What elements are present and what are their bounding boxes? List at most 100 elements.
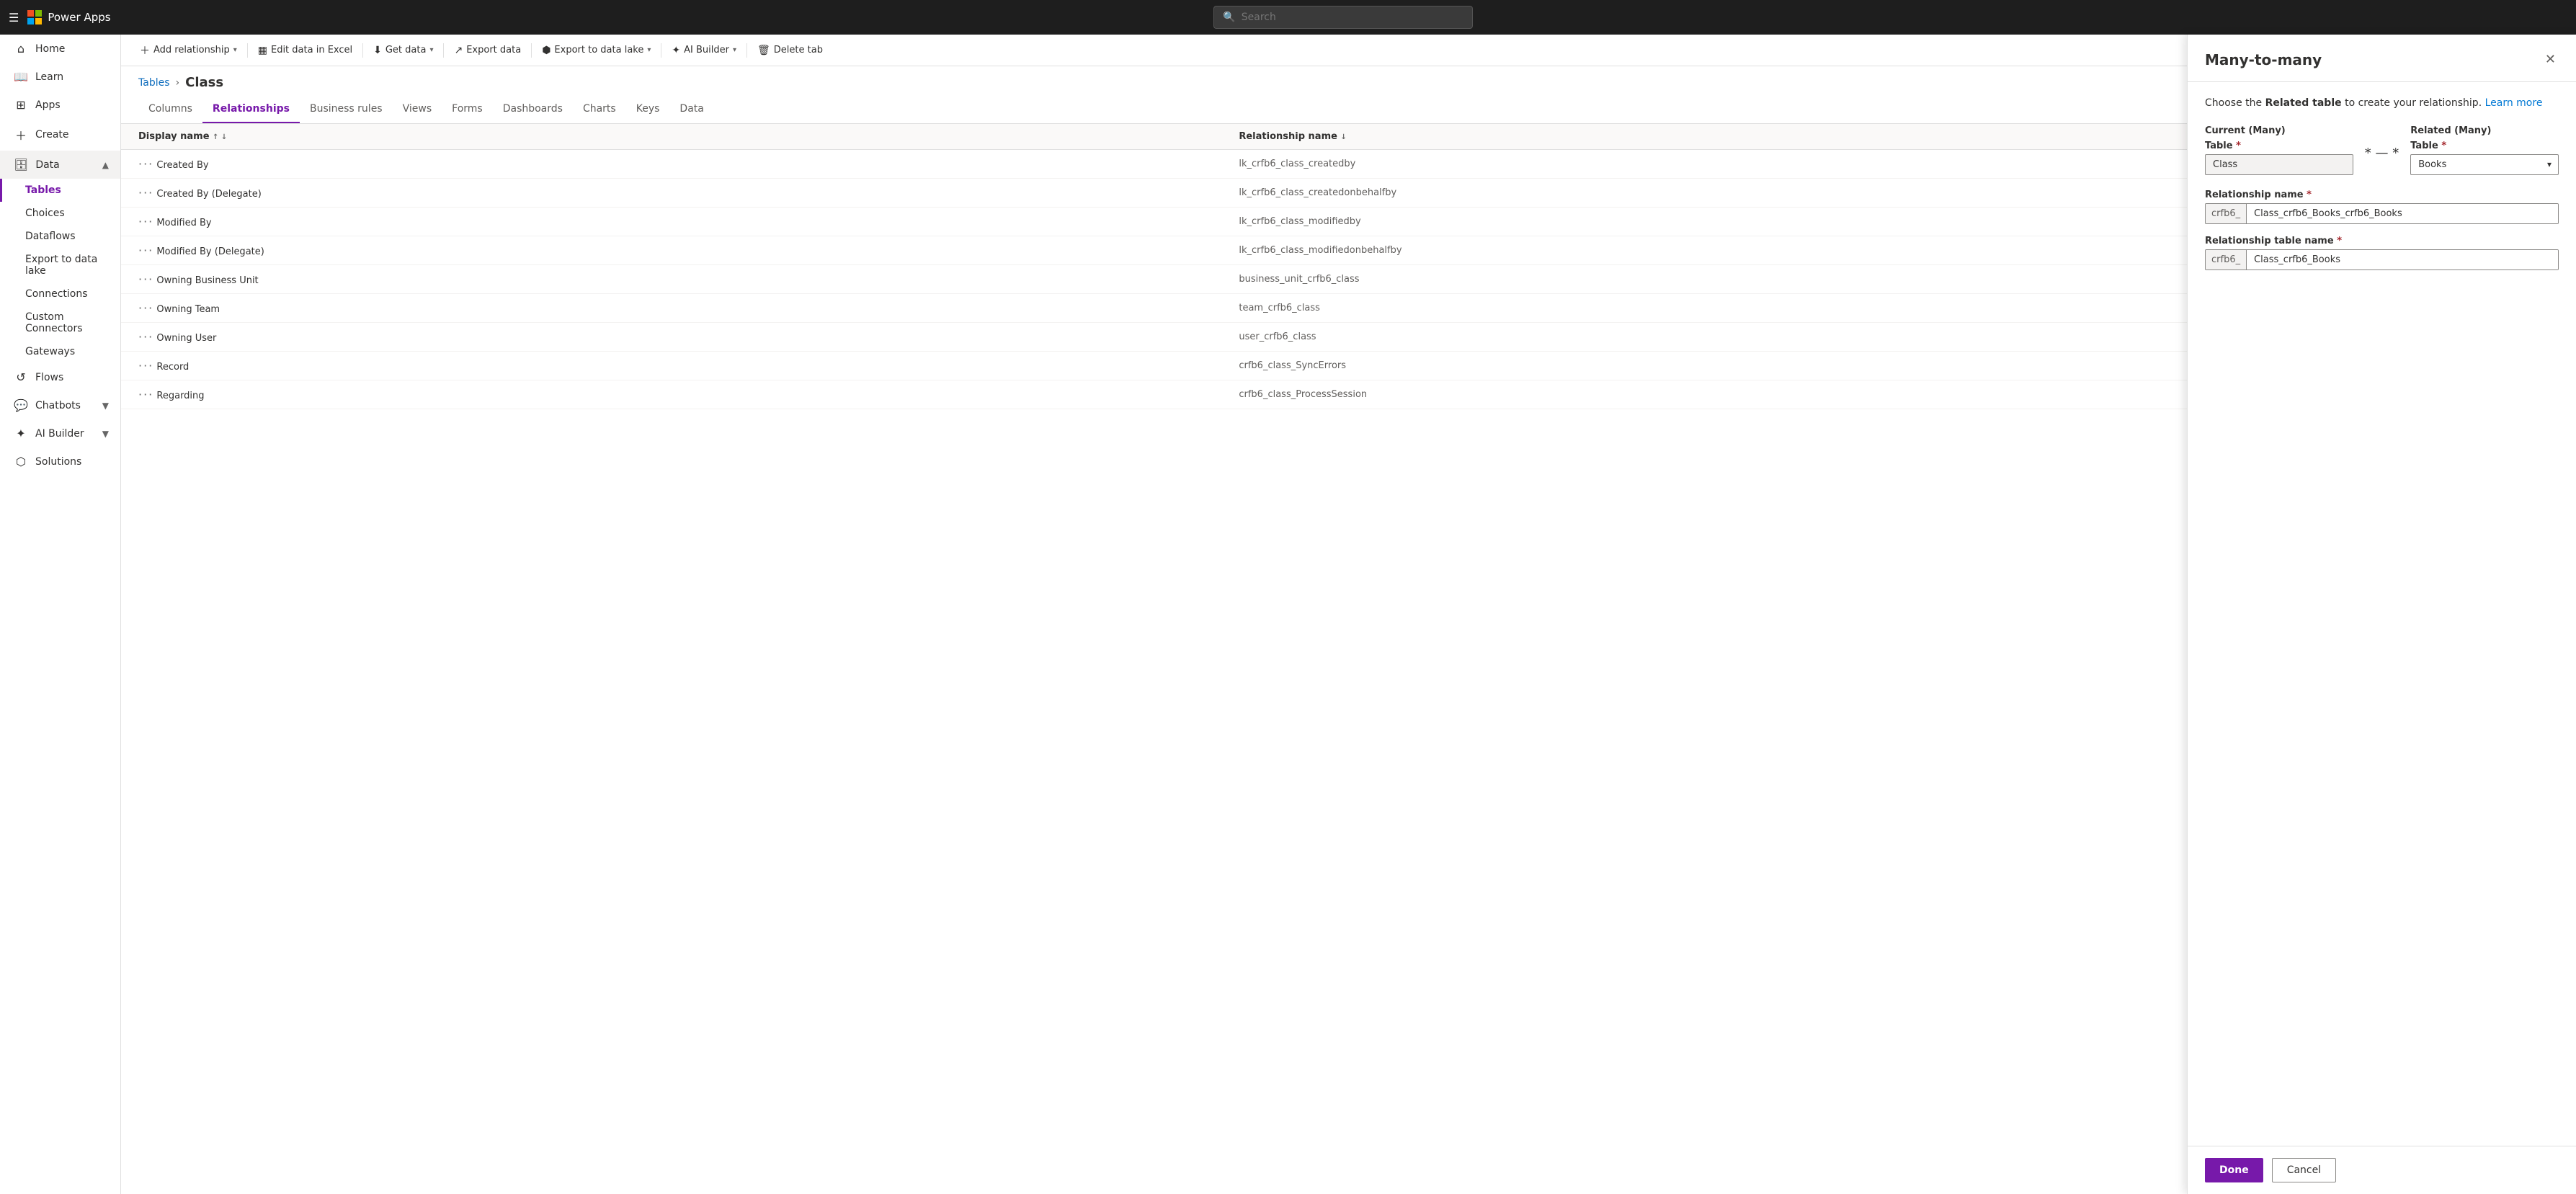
relationship-name-input[interactable] [2247,204,2558,223]
ai-icon: ✦ [672,45,680,56]
sidebar-item-custom-connectors[interactable]: Custom Connectors [0,306,120,340]
apps-icon: ⊞ [14,98,28,112]
sort-icons: ↑ ↓ [213,133,227,141]
add-relationship-label: Add relationship [153,45,230,55]
tab-forms[interactable]: Forms [442,96,493,123]
relationship-table-name-field: Relationship table name * crfb6_ [2205,236,2559,270]
sidebar-sub-label: Dataflows [25,231,76,242]
panel-body: Choose the Related table to create your … [2188,82,2576,1146]
logo: Power Apps [27,10,110,24]
tab-relationships[interactable]: Relationships [202,96,300,123]
create-icon: ＋ [14,126,28,143]
search-input[interactable] [1242,12,1464,23]
sidebar-item-label: Flows [35,372,63,383]
relationship-table-name-prefix: crfb6_ [2206,250,2247,269]
display-name-cell: ··· Owning Team [121,294,1221,323]
export-lake-label: Export to data lake [554,45,643,55]
required-mark: * [2307,190,2312,200]
row-actions[interactable]: ··· [138,244,153,257]
sidebar-item-create[interactable]: ＋ Create [0,119,120,151]
edit-in-excel-button[interactable]: ▦ Edit data in Excel [251,35,360,66]
separator [362,43,363,58]
done-button[interactable]: Done [2205,1158,2263,1182]
search-bar[interactable]: 🔍 [1213,6,1473,29]
tab-data[interactable]: Data [669,96,713,123]
chevron-down-icon-ai: ▼ [102,429,109,439]
relationship-name-label: Relationship name * [2205,190,2559,200]
flows-icon: ↺ [14,370,28,384]
microsoft-logo [27,10,42,24]
row-actions[interactable]: ··· [138,359,153,373]
learn-more-link[interactable]: Learn more [2485,97,2543,109]
search-icon: 🔍 [1223,12,1235,23]
related-table-label: Table * [2410,141,2559,151]
related-table-select[interactable]: Books Account Contact Order [2410,154,2559,175]
connector: * — * [2365,125,2399,161]
cancel-button[interactable]: Cancel [2272,1158,2336,1182]
delete-tab-label: Delete tab [774,45,823,55]
sidebar-item-export-lake[interactable]: Export to data lake [0,248,120,282]
tab-business-rules[interactable]: Business rules [300,96,393,123]
sidebar: ⌂ Home 📖 Learn ⊞ Apps ＋ Create 🗄 Data ▲ … [0,35,121,1194]
chevron-down-icon: ▼ [102,401,109,411]
panel-close-button[interactable]: ✕ [2542,49,2559,70]
sidebar-item-label: Create [35,129,69,141]
ai-builder-button[interactable]: ✦ AI Builder ▾ [664,35,744,66]
add-relationship-button[interactable]: ＋ Add relationship ▾ [133,35,244,66]
display-name-cell: ··· Modified By (Delegate) [121,236,1221,265]
sidebar-item-home[interactable]: ⌂ Home [0,35,120,63]
sidebar-item-dataflows[interactable]: Dataflows [0,225,120,248]
chevron-down-icon: ▾ [647,46,651,54]
tab-charts[interactable]: Charts [573,96,626,123]
col-display-name[interactable]: Display name ↑ ↓ [121,124,1221,150]
sidebar-item-gateways[interactable]: Gateways [0,340,120,363]
sidebar-item-data[interactable]: 🗄 Data ▲ [0,151,120,179]
row-actions[interactable]: ··· [138,388,153,401]
current-table-label: Table * [2205,141,2353,151]
data-icon: 🗄 [14,158,28,171]
hamburger-icon[interactable]: ☰ [9,11,19,24]
row-actions[interactable]: ··· [138,186,153,200]
sidebar-item-solutions[interactable]: ⬡ Solutions [0,447,120,476]
related-col: Related (Many) Table * Books Account Con… [2410,125,2559,175]
row-actions[interactable]: ··· [138,301,153,315]
sidebar-item-label: AI Builder [35,428,84,440]
sidebar-item-choices[interactable]: Choices [0,202,120,225]
delete-tab-button[interactable]: 🗑 Delete tab [750,35,830,66]
export-data-button[interactable]: ↗ Export data [447,35,528,66]
relationship-table-name-input[interactable] [2247,250,2558,269]
breadcrumb-current: Class [185,75,223,90]
sidebar-item-flows[interactable]: ↺ Flows [0,363,120,391]
row-actions[interactable]: ··· [138,215,153,228]
sidebar-item-tables[interactable]: Tables [0,179,120,202]
tab-dashboards[interactable]: Dashboards [493,96,573,123]
separator [531,43,532,58]
required-mark: * [2337,236,2342,246]
sidebar-item-learn[interactable]: 📖 Learn [0,63,120,91]
row-actions[interactable]: ··· [138,272,153,286]
display-name-cell: ··· Record [121,352,1221,380]
relationship-name-field: Relationship name * crfb6_ [2205,190,2559,224]
display-name-cell: ··· Regarding [121,380,1221,409]
row-actions[interactable]: ··· [138,157,153,171]
panel-header: Many-to-many ✕ [2188,35,2576,82]
breadcrumb-parent[interactable]: Tables [138,77,170,89]
sidebar-sub-label: Custom Connectors [25,311,109,334]
sidebar-item-ai-builder[interactable]: ✦ AI Builder ▼ [0,419,120,447]
chevron-down-icon: ▾ [733,46,736,54]
get-data-button[interactable]: ⬇ Get data ▾ [366,35,440,66]
tab-columns[interactable]: Columns [138,96,202,123]
sidebar-item-chatbots[interactable]: 💬 Chatbots ▼ [0,391,120,419]
tab-keys[interactable]: Keys [626,96,670,123]
export-data-label: Export data [466,45,521,55]
edit-excel-label: Edit data in Excel [271,45,352,55]
row-actions[interactable]: ··· [138,330,153,344]
sidebar-item-apps[interactable]: ⊞ Apps [0,91,120,119]
chevron-up-icon: ▲ [102,160,109,170]
sidebar-item-connections[interactable]: Connections [0,282,120,306]
chatbots-icon: 💬 [14,398,28,412]
export-lake-button[interactable]: ⬢ Export to data lake ▾ [535,35,658,66]
tab-views[interactable]: Views [393,96,442,123]
display-name-cell: ··· Created By [121,150,1221,179]
panel-description: Choose the Related table to create your … [2205,97,2559,111]
